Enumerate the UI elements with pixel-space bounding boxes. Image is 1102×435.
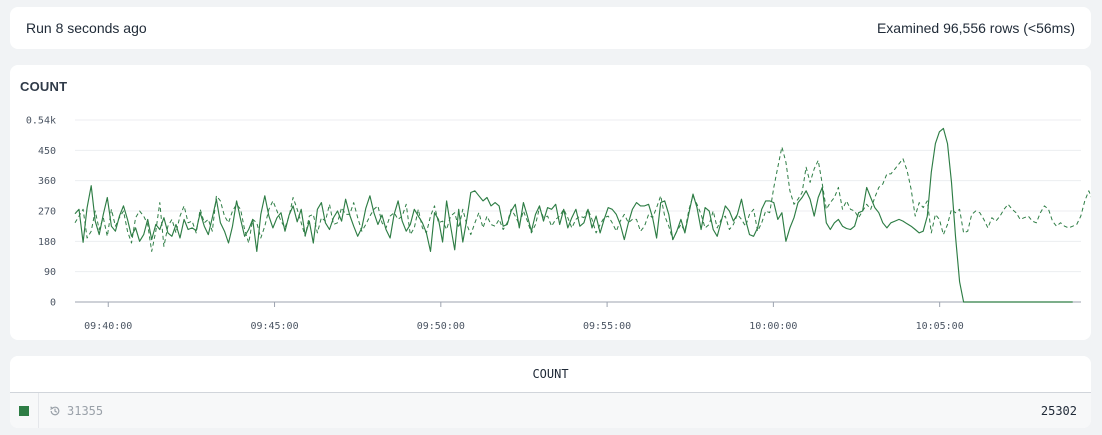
run-status-text: Run 8 seconds ago [26, 20, 147, 36]
y-axis: 0 90 180 270 360 450 0.54k [26, 116, 56, 309]
legend-table: COUNT 31355 25302 [10, 356, 1091, 428]
current-period-value: 25302 [1040, 404, 1077, 418]
x-tick-label: 10:00:00 [749, 321, 797, 332]
legend-column-header: COUNT [10, 356, 1091, 393]
chart-panel[interactable]: COUNT 0 90 180 270 360 450 0.54k 09:40:00 09:45… [10, 65, 1091, 340]
x-tick-label: 09:45:00 [250, 321, 298, 332]
series-line-previous[interactable] [74, 146, 1091, 295]
x-tick-label: 09:55:00 [583, 321, 631, 332]
x-tick-label: 09:50:00 [417, 321, 465, 332]
query-status-bar: Run 8 seconds ago Examined 96,556 rows (… [10, 7, 1091, 49]
y-tick-label: 180 [38, 237, 56, 248]
legend-swatch-cell [10, 393, 39, 428]
y-tick-label: 0 [50, 298, 56, 309]
y-tick-label: 270 [38, 207, 56, 218]
line-chart[interactable]: 0901802703604500.54k 09:40:00 09:45:00 09:… [10, 65, 1091, 340]
y-tick-label: 450 [38, 146, 56, 157]
previous-period: 31355 [39, 404, 103, 418]
series-line-current[interactable] [74, 127, 1073, 303]
y-tick-label: 0.54k [26, 116, 56, 127]
x-axis: 09:40:00 09:45:00 09:50:00 09:55:00 10:00:00… [84, 302, 964, 332]
previous-period-value: 31355 [67, 404, 104, 418]
grid-lines [75, 119, 1081, 303]
legend-row[interactable]: 31355 25302 [10, 393, 1091, 428]
y-tick-label: 90 [44, 267, 56, 278]
series-color-swatch [19, 406, 29, 416]
series-layer [74, 127, 1091, 303]
x-tick-label: 10:05:00 [916, 321, 964, 332]
history-icon [50, 406, 60, 416]
x-tick-label: 09:40:00 [84, 321, 132, 332]
rows-examined-text: Examined 96,556 rows (<56ms) [876, 20, 1075, 36]
y-tick-label: 360 [38, 176, 56, 187]
